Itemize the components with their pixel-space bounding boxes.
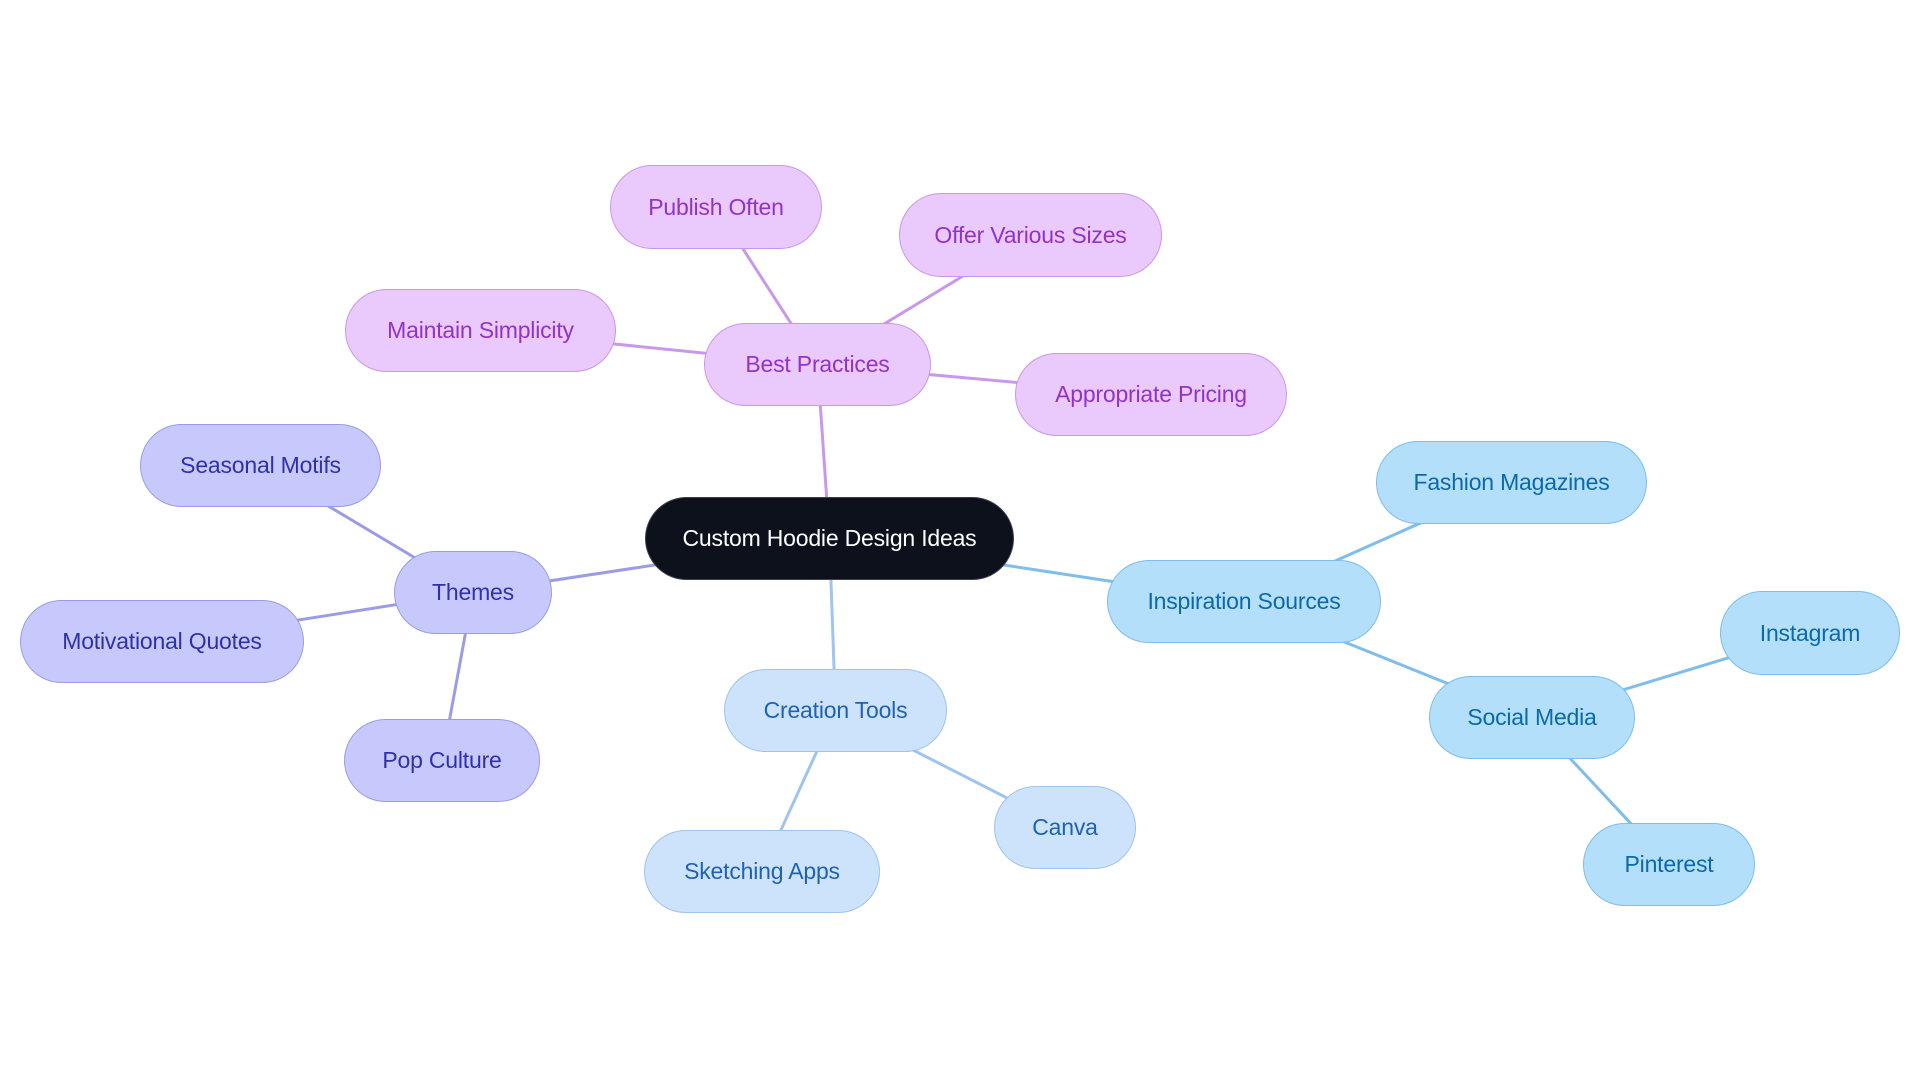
node-instagram[interactable]: Instagram <box>1720 591 1900 675</box>
node-label: Offer Various Sizes <box>934 221 1127 248</box>
node-label: Inspiration Sources <box>1147 588 1341 614</box>
node-maintain-simplicity[interactable]: Maintain Simplicity <box>345 289 616 372</box>
node-offer-various-sizes[interactable]: Offer Various Sizes <box>899 193 1162 277</box>
node-social-media[interactable]: Social Media <box>1429 676 1635 759</box>
node-label: Publish Often <box>648 193 784 220</box>
node-pinterest[interactable]: Pinterest <box>1583 823 1755 906</box>
node-creation-tools[interactable]: Creation Tools <box>724 669 947 752</box>
node-inspiration-sources[interactable]: Inspiration Sources <box>1107 560 1381 643</box>
node-label: Seasonal Motifs <box>180 452 341 478</box>
node-label: Canva <box>1032 814 1098 840</box>
node-appropriate-pricing[interactable]: Appropriate Pricing <box>1015 353 1287 436</box>
node-label: Creation Tools <box>763 697 908 723</box>
node-label: Fashion Magazines <box>1413 469 1610 495</box>
node-label: Motivational Quotes <box>62 628 262 654</box>
node-fashion-magazines[interactable]: Fashion Magazines <box>1376 441 1647 524</box>
node-pop-culture[interactable]: Pop Culture <box>344 719 540 802</box>
node-label: Best Practices <box>745 351 890 377</box>
node-label: Sketching Apps <box>684 858 840 884</box>
node-label: Instagram <box>1759 619 1861 646</box>
node-label: Pop Culture <box>382 747 502 773</box>
node-label: Social Media <box>1467 704 1597 730</box>
node-label: Custom Hoodie Design Ideas <box>682 525 977 551</box>
node-label: Themes <box>432 579 514 605</box>
node-label: Appropriate Pricing <box>1055 381 1247 407</box>
node-publish-often[interactable]: Publish Often <box>610 165 822 249</box>
node-sketching-apps[interactable]: Sketching Apps <box>644 830 880 913</box>
node-canva[interactable]: Canva <box>994 786 1136 869</box>
node-root[interactable]: Custom Hoodie Design Ideas <box>645 497 1014 580</box>
node-seasonal-motifs[interactable]: Seasonal Motifs <box>140 424 381 507</box>
node-best-practices[interactable]: Best Practices <box>704 323 931 406</box>
node-themes[interactable]: Themes <box>394 551 552 634</box>
node-label: Pinterest <box>1624 851 1714 877</box>
mindmap-canvas: Custom Hoodie Design Ideas Best Practice… <box>0 0 1920 1083</box>
node-motivational-quotes[interactable]: Motivational Quotes <box>20 600 304 683</box>
node-label: Maintain Simplicity <box>387 317 574 343</box>
